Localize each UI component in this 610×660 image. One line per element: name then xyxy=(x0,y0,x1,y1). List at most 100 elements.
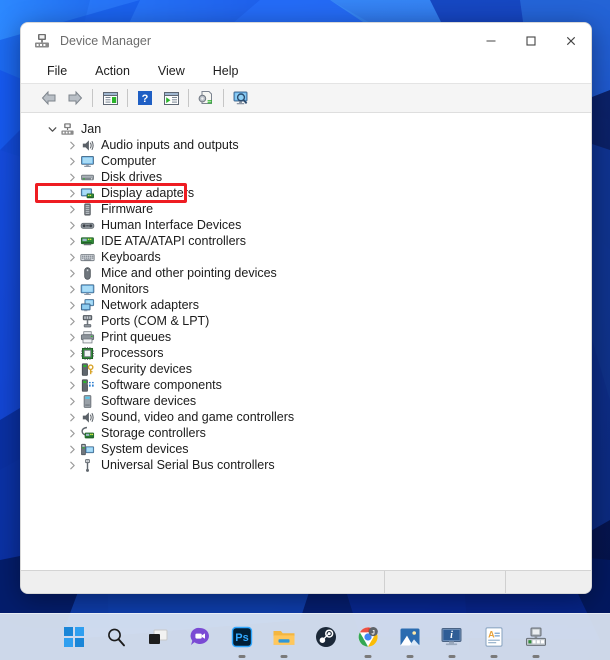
maximize-button[interactable] xyxy=(511,23,551,59)
software-device-icon xyxy=(79,393,95,409)
tree-item-universal-serial-bus-controllers[interactable]: Universal Serial Bus controllers xyxy=(21,457,591,473)
chrome-icon[interactable]: J xyxy=(351,620,385,658)
menu-action[interactable]: Action xyxy=(92,63,133,79)
steam-icon[interactable] xyxy=(309,620,343,654)
tree-item-label: Universal Serial Bus controllers xyxy=(101,458,275,472)
forward-arrow-icon[interactable] xyxy=(62,87,88,109)
menu-view[interactable]: View xyxy=(155,63,188,79)
statusbar-pane-tertiary xyxy=(506,571,591,593)
svg-text:?: ? xyxy=(142,93,149,105)
chevron-right-icon[interactable] xyxy=(65,253,79,262)
window-titlebar[interactable]: Device Manager xyxy=(21,23,591,59)
system-device-icon xyxy=(79,441,95,457)
tree-item-storage-controllers[interactable]: Storage controllers xyxy=(21,425,591,441)
tree-item-firmware[interactable]: Firmware xyxy=(21,201,591,217)
tree-item-label: Computer xyxy=(101,154,156,168)
chevron-right-icon[interactable] xyxy=(65,301,79,310)
search-icon[interactable] xyxy=(99,620,133,654)
chevron-right-icon[interactable] xyxy=(65,317,79,326)
chevron-right-icon[interactable] xyxy=(65,205,79,214)
toolbar: ? xyxy=(21,84,591,113)
chevron-right-icon[interactable] xyxy=(65,413,79,422)
device-manager-window[interactable]: Device Manager File Action View Help ? J… xyxy=(20,22,592,594)
tree-item-processors[interactable]: Processors xyxy=(21,345,591,361)
menubar: File Action View Help xyxy=(21,59,591,84)
security-device-icon xyxy=(79,361,95,377)
chat-icon[interactable] xyxy=(183,620,217,654)
tree-item-keyboards[interactable]: Keyboards xyxy=(21,249,591,265)
chevron-right-icon[interactable] xyxy=(65,157,79,166)
tree-root-label: Jan xyxy=(81,122,102,136)
tree-item-label: Sound, video and game controllers xyxy=(101,410,295,424)
tree-item-system-devices[interactable]: System devices xyxy=(21,441,591,457)
tree-item-computer[interactable]: Computer xyxy=(21,153,591,169)
toolbar-separator xyxy=(92,89,93,107)
chevron-right-icon[interactable] xyxy=(65,333,79,342)
tree-item-disk-drives[interactable]: Disk drives xyxy=(21,169,591,185)
tree-root-jan[interactable]: Jan xyxy=(21,121,591,137)
tree-item-software-components[interactable]: Software components xyxy=(21,377,591,393)
tree-item-label: IDE ATA/ATAPI controllers xyxy=(101,234,246,248)
file-explorer-icon[interactable] xyxy=(267,620,301,658)
device-tree[interactable]: Jan Audio inputs and outputs Computer Di… xyxy=(21,121,591,473)
chevron-right-icon[interactable] xyxy=(65,141,79,150)
chevron-down-icon[interactable] xyxy=(45,125,59,134)
tree-item-audio-inputs-and-outputs[interactable]: Audio inputs and outputs xyxy=(21,137,591,153)
properties-icon[interactable] xyxy=(97,87,123,109)
tree-item-monitors[interactable]: Monitors xyxy=(21,281,591,297)
chevron-right-icon[interactable] xyxy=(65,461,79,470)
tree-item-label: Keyboards xyxy=(101,250,161,264)
chevron-right-icon[interactable] xyxy=(65,445,79,454)
chevron-right-icon[interactable] xyxy=(65,429,79,438)
store-app-icon[interactable]: A xyxy=(477,620,511,658)
menu-file[interactable]: File xyxy=(44,63,70,79)
chevron-right-icon[interactable] xyxy=(65,285,79,294)
task-view-icon[interactable] xyxy=(141,620,175,654)
start-icon[interactable] xyxy=(57,620,91,654)
chevron-right-icon[interactable] xyxy=(65,189,79,198)
scan-hardware-changes-icon[interactable] xyxy=(193,87,219,109)
ide-controller-icon xyxy=(79,233,95,249)
tree-item-security-devices[interactable]: Security devices xyxy=(21,361,591,377)
tree-item-ports-com-lpt[interactable]: Ports (COM & LPT) xyxy=(21,313,591,329)
system-information-icon[interactable]: i xyxy=(435,620,469,658)
close-button[interactable] xyxy=(551,23,591,59)
back-arrow-icon[interactable] xyxy=(36,87,62,109)
keyboard-icon xyxy=(79,249,95,265)
tree-item-ide-ata-atapi-controllers[interactable]: IDE ATA/ATAPI controllers xyxy=(21,233,591,249)
chevron-right-icon[interactable] xyxy=(65,221,79,230)
chevron-right-icon[interactable] xyxy=(65,349,79,358)
menu-help[interactable]: Help xyxy=(210,63,242,79)
device-tree-panel[interactable]: Jan Audio inputs and outputs Computer Di… xyxy=(21,113,591,570)
device-manager-icon[interactable] xyxy=(519,620,553,658)
firmware-icon xyxy=(79,201,95,217)
tree-item-label: System devices xyxy=(101,442,189,456)
monitor-icon xyxy=(79,153,95,169)
update-driver-icon[interactable] xyxy=(158,87,184,109)
chevron-right-icon[interactable] xyxy=(65,173,79,182)
chevron-right-icon[interactable] xyxy=(65,269,79,278)
chevron-right-icon[interactable] xyxy=(65,397,79,406)
chevron-right-icon[interactable] xyxy=(65,237,79,246)
tree-item-sound-video-and-game-controllers[interactable]: Sound, video and game controllers xyxy=(21,409,591,425)
tree-item-label: Audio inputs and outputs xyxy=(101,138,239,152)
tree-item-display-adapters[interactable]: Display adapters xyxy=(21,185,591,201)
tree-item-label: Storage controllers xyxy=(101,426,206,440)
chevron-right-icon[interactable] xyxy=(65,381,79,390)
tree-item-label: Monitors xyxy=(101,282,149,296)
photos-icon[interactable] xyxy=(393,620,427,658)
minimize-button[interactable] xyxy=(471,23,511,59)
tree-item-label: Disk drives xyxy=(101,170,163,184)
help-icon[interactable]: ? xyxy=(132,87,158,109)
svg-text:A: A xyxy=(488,629,495,639)
tree-item-mice-and-other-pointing-devices[interactable]: Mice and other pointing devices xyxy=(21,265,591,281)
photoshop-icon[interactable]: Ps xyxy=(225,620,259,658)
show-hidden-devices-icon[interactable] xyxy=(228,87,254,109)
tree-item-network-adapters[interactable]: Network adapters xyxy=(21,297,591,313)
tree-item-human-interface-devices[interactable]: Human Interface Devices xyxy=(21,217,591,233)
tree-item-print-queues[interactable]: Print queues xyxy=(21,329,591,345)
tree-item-label: Network adapters xyxy=(101,298,199,312)
tree-item-software-devices[interactable]: Software devices xyxy=(21,393,591,409)
computer-root-icon xyxy=(59,121,75,137)
chevron-right-icon[interactable] xyxy=(65,365,79,374)
